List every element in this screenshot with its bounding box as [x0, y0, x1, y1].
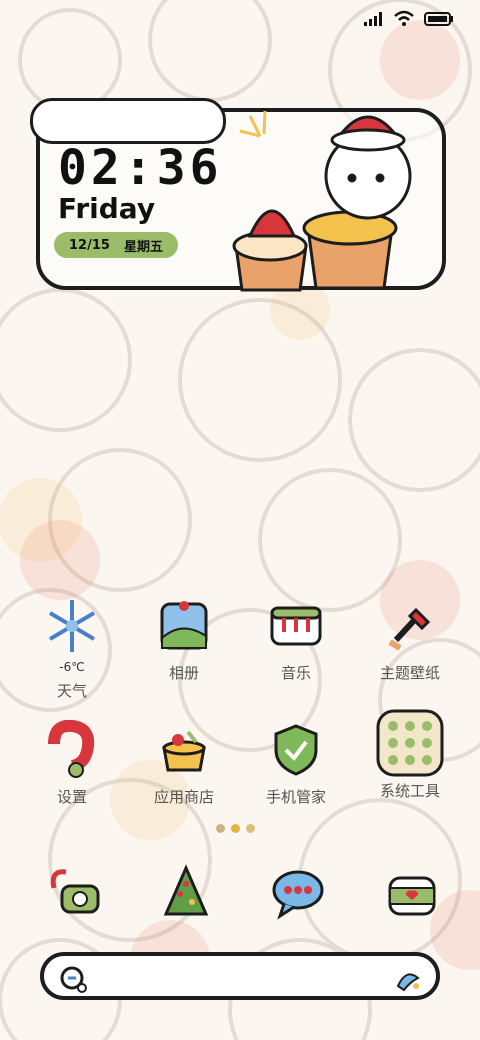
tools-folder-icon	[375, 708, 445, 778]
date-badge: 12/15 星期五	[54, 232, 178, 258]
app-label: 相册	[168, 664, 199, 682]
app-label: 音乐	[280, 664, 311, 682]
weather-temp: -6℃	[59, 660, 85, 674]
wifi-icon	[394, 10, 414, 30]
app-gallery[interactable]: 相册	[134, 596, 234, 683]
piano-icon	[266, 596, 326, 656]
date-text: 12/15	[69, 237, 110, 253]
status-bar	[364, 10, 454, 30]
camera-jar-icon	[388, 876, 436, 916]
app-label: 应用商店	[153, 788, 214, 806]
christmas-tree-icon	[163, 864, 209, 916]
app-tools[interactable]: 系统工具	[360, 708, 460, 801]
page-dot	[216, 824, 225, 833]
app-label: 系统工具	[379, 782, 440, 800]
app-music[interactable]: 音乐	[246, 596, 346, 683]
settings-ring-icon	[42, 719, 102, 780]
search-icon	[58, 964, 88, 998]
telephone-icon	[50, 869, 100, 914]
cupcake-illustration	[232, 110, 412, 292]
page-dot	[246, 824, 255, 833]
gift-basket-icon	[154, 720, 214, 780]
app-themes[interactable]: 主题壁纸	[360, 596, 460, 683]
app-label: 设置	[56, 788, 87, 806]
snowflake-icon	[42, 596, 102, 656]
dock-messages[interactable]	[268, 864, 328, 924]
weekday-text: 星期五	[123, 239, 163, 255]
app-label: 天气	[56, 682, 87, 700]
clock-day: Friday	[58, 192, 156, 225]
search-bar[interactable]	[40, 952, 440, 1000]
snow-cap-decoration	[30, 98, 226, 144]
paint-brush-icon	[380, 596, 440, 656]
page-indicator[interactable]	[216, 824, 255, 833]
battery-icon	[424, 11, 454, 30]
app-weather[interactable]: -6℃ 天气	[22, 596, 122, 701]
page-dot	[231, 824, 240, 833]
dock-phone[interactable]	[44, 864, 104, 924]
app-label: 手机管家	[265, 788, 326, 806]
voice-assistant-icon[interactable]	[392, 964, 422, 998]
chat-bubble-icon	[272, 870, 324, 920]
app-security[interactable]: 手机管家	[246, 720, 346, 807]
app-label: 主题壁纸	[379, 664, 440, 682]
signal-icon	[364, 11, 384, 30]
shield-check-icon	[266, 720, 326, 780]
app-settings[interactable]: 设置	[22, 719, 122, 807]
photo-album-icon	[154, 596, 214, 656]
dock-browser[interactable]	[156, 864, 216, 924]
app-store[interactable]: 应用商店	[134, 720, 234, 807]
clock-time: 02:36	[58, 140, 223, 196]
dock-camera[interactable]	[382, 864, 442, 924]
